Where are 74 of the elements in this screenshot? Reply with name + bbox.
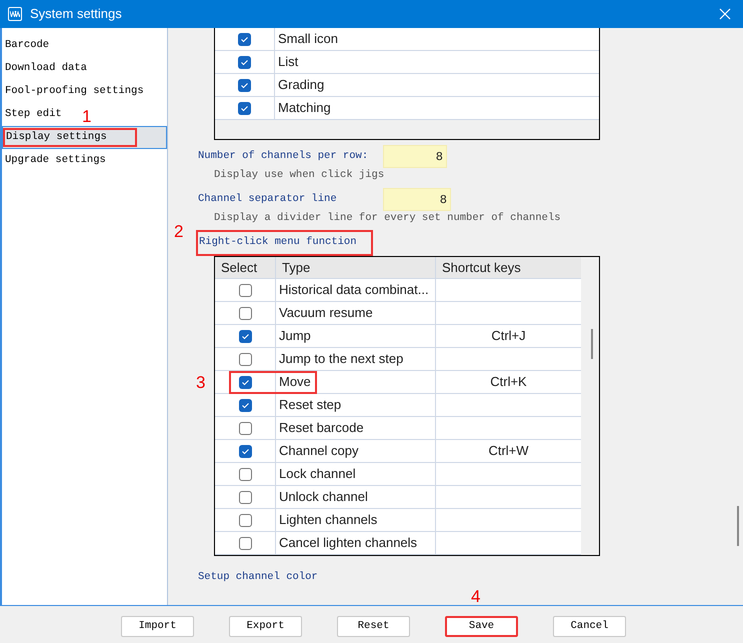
checkbox[interactable] [238,306,252,320]
dialog-button[interactable]: Reset [337,616,410,638]
field-label: Channel separator line [198,192,338,207]
table-cell: Lighten channels [275,509,435,531]
table-cell: Jump to the next step [275,348,435,370]
app-logo-icon [8,7,22,21]
checkmark-icon [240,400,250,410]
annotation-number: 3 [196,373,206,392]
scrollbar-thumb[interactable] [591,329,593,359]
checkbox[interactable] [238,444,252,458]
field-hint: Display a divider line for every set number of channels [213,211,562,226]
dialog-button[interactable]: Cancel [553,616,626,638]
checkbox[interactable] [238,490,252,504]
table-cell-text: Matching [277,99,331,118]
table-cell: Jump [275,325,435,347]
checkbox[interactable] [238,468,252,480]
table-cell-text: Grading [277,76,324,94]
sidebar-item[interactable]: Barcode [2,34,50,57]
checkbox[interactable] [238,56,251,68]
number-field[interactable]: 8 [383,145,447,168]
annotation-number: 4 [471,586,480,606]
checkbox[interactable] [238,376,252,388]
checkmark-icon [240,80,249,90]
table-cell: Cancel lighten channels [275,532,435,554]
annotation-number: 2 [174,222,184,241]
table-cell-text: List [277,53,298,72]
checkmark-icon [240,332,250,340]
sidebar-item[interactable]: Upgrade settings [2,149,106,172]
field-hint: Display use when click jigs [213,168,386,183]
checkmark-icon [240,58,249,66]
dialog-button[interactable]: Import [121,616,194,638]
checkmark-icon [240,104,249,112]
checkbox[interactable] [238,284,252,296]
checkmark-icon [240,378,250,386]
close-icon[interactable] [719,8,731,20]
table-cell: Ctrl+J [435,325,581,347]
checkbox[interactable] [238,78,251,92]
field-label: Number of channels per row: [198,148,370,164]
table-cell: Ctrl+K [435,371,581,393]
dialog-button[interactable]: Save [445,616,518,638]
table-cell: Unlock channel [275,486,435,508]
dialog-button[interactable]: Export [229,616,302,638]
table-cell: Move [275,371,435,393]
checkbox[interactable] [238,330,252,342]
checkbox[interactable] [238,102,251,114]
checkbox[interactable] [238,536,252,550]
sidebar-item[interactable]: Fool-proofing settings [2,80,144,103]
table-cell: Reset barcode [275,417,435,439]
checkbox[interactable] [238,422,252,434]
checkbox[interactable] [238,352,252,366]
table-cell: Lock channel [275,463,435,485]
annotation-number: 1 [82,107,92,126]
checkmark-icon [240,34,249,44]
checkbox[interactable] [238,398,252,412]
window-title: System settings [30,5,123,24]
number-field[interactable]: 8 [383,188,451,211]
column-header[interactable]: Select [215,257,275,278]
scrollbar-thumb[interactable] [737,506,739,546]
checkbox[interactable] [238,514,252,526]
column-header[interactable]: Type [275,257,435,278]
table-cell: Reset step [275,394,435,416]
checkmark-icon [240,446,250,456]
table-cell: Channel copy [275,440,435,462]
sidebar-item[interactable]: Display settings [2,126,167,149]
section-title: Right-click menu function [198,232,371,254]
table-cell-text: Small icon [277,30,338,48]
checkbox[interactable] [238,32,251,46]
sidebar-item[interactable]: Step edit [2,103,62,126]
column-header[interactable]: Shortcut keys [435,257,581,278]
section-title: Setup channel color [198,570,319,585]
table-cell: Vacuum resume [275,302,435,324]
table-cell: Ctrl+W [435,440,581,462]
table-cell: Historical data combinat... [275,279,435,301]
sidebar-item[interactable]: Download data [2,57,87,80]
